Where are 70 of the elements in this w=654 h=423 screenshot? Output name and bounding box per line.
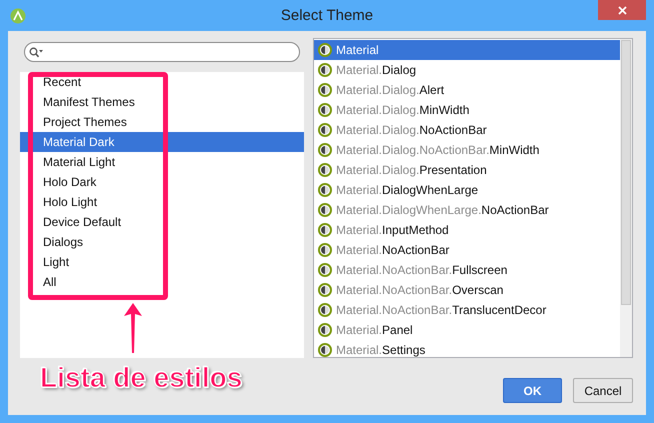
theme-name: Material.NoActionBar.TranslucentDecor <box>336 303 546 317</box>
theme-icon <box>318 43 332 57</box>
category-item[interactable]: Project Themes <box>20 112 304 132</box>
category-item[interactable]: Holo Dark <box>20 172 304 192</box>
theme-item[interactable]: Material <box>314 40 620 60</box>
theme-name: Material.NoActionBar.Overscan <box>336 283 504 297</box>
theme-item[interactable]: Material.Dialog.NoActionBar.MinWidth <box>314 140 620 160</box>
theme-icon <box>318 303 332 317</box>
theme-name: Material.DialogWhenLarge <box>336 183 478 197</box>
theme-name: Material.Dialog <box>336 63 416 77</box>
theme-icon <box>318 123 332 137</box>
close-icon <box>618 6 626 14</box>
category-item[interactable]: Light <box>20 252 304 272</box>
theme-item[interactable]: Material.Dialog <box>314 60 620 80</box>
category-item[interactable]: Recent <box>20 72 304 92</box>
theme-item[interactable]: Material.DialogWhenLarge <box>314 180 620 200</box>
search-icon <box>29 46 43 58</box>
theme-icon <box>318 243 332 257</box>
window-title: Select Theme <box>280 7 374 24</box>
theme-name: Material.Dialog.NoActionBar.MinWidth <box>336 143 540 157</box>
search-field[interactable] <box>24 42 300 62</box>
theme-name: Material.Dialog.Alert <box>336 83 444 97</box>
theme-icon <box>318 263 332 277</box>
close-button[interactable] <box>598 0 646 20</box>
arrow-icon <box>124 303 142 353</box>
theme-item[interactable]: Material.NoActionBar <box>314 240 620 260</box>
theme-name: Material.Dialog.NoActionBar <box>336 123 487 137</box>
theme-name: Material.DialogWhenLarge.NoActionBar <box>336 203 549 217</box>
theme-icon <box>318 183 332 197</box>
category-item[interactable]: Manifest Themes <box>20 92 304 112</box>
annotation-text: Lista de estilos <box>40 362 242 394</box>
theme-icon <box>318 223 332 237</box>
category-item[interactable]: All <box>20 272 304 292</box>
theme-item[interactable]: Material.Dialog.Presentation <box>314 160 620 180</box>
theme-item[interactable]: Material.Dialog.MinWidth <box>314 100 620 120</box>
theme-icon <box>318 283 332 297</box>
theme-icon <box>318 163 332 177</box>
theme-name: Material.NoActionBar.Fullscreen <box>336 263 508 277</box>
theme-name: Material <box>336 43 379 57</box>
category-item[interactable]: Material Dark <box>20 132 304 152</box>
theme-icon <box>318 63 332 77</box>
theme-item[interactable]: Material.Settings <box>314 340 620 360</box>
cancel-button[interactable]: Cancel <box>573 378 633 403</box>
scroll-thumb[interactable] <box>621 40 631 305</box>
theme-item[interactable]: Material.DialogWhenLarge.NoActionBar <box>314 200 620 220</box>
theme-name: Material.InputMethod <box>336 223 449 237</box>
theme-item[interactable]: Material.Dialog.Alert <box>314 80 620 100</box>
theme-icon <box>318 323 332 337</box>
theme-icon <box>318 103 332 117</box>
theme-icon <box>318 203 332 217</box>
theme-item[interactable]: Material.Dialog.NoActionBar <box>314 120 620 140</box>
theme-name: Material.Settings <box>336 343 426 357</box>
theme-item[interactable]: Material.NoActionBar.Fullscreen <box>314 260 620 280</box>
theme-icon <box>318 143 332 157</box>
android-icon <box>10 8 26 24</box>
scrollbar[interactable] <box>620 39 632 357</box>
category-item[interactable]: Device Default <box>20 212 304 232</box>
theme-item[interactable]: Material.NoActionBar.TranslucentDecor <box>314 300 620 320</box>
theme-icon <box>318 83 332 97</box>
ok-button[interactable]: OK <box>503 378 562 403</box>
category-item[interactable]: Material Light <box>20 152 304 172</box>
theme-name: Material.NoActionBar <box>336 243 450 257</box>
category-item[interactable]: Dialogs <box>20 232 304 252</box>
theme-item[interactable]: Material.NoActionBar.Overscan <box>314 280 620 300</box>
theme-item[interactable]: Material.InputMethod <box>314 220 620 240</box>
theme-name: Material.Dialog.MinWidth <box>336 103 470 117</box>
theme-name: Material.Panel <box>336 323 413 337</box>
theme-name: Material.Dialog.Presentation <box>336 163 487 177</box>
category-item[interactable]: Holo Light <box>20 192 304 212</box>
theme-item[interactable]: Material.Panel <box>314 320 620 340</box>
